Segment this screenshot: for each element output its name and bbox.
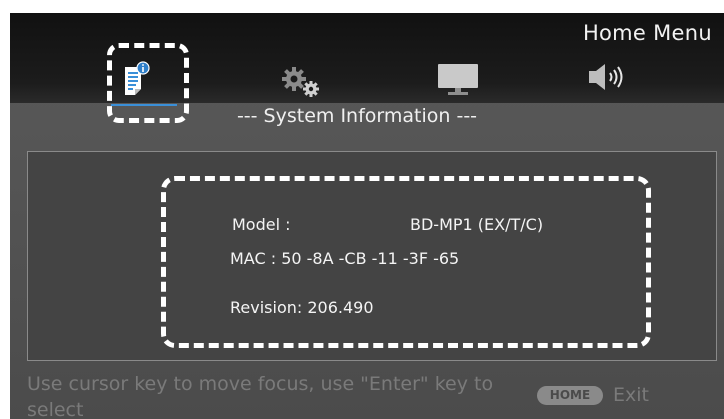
home-button-badge[interactable]: HOME xyxy=(537,386,603,405)
section-title-text: --- System Information --- xyxy=(236,105,478,127)
mac-address: MAC : 50 -8A -CB -11 -3F -65 xyxy=(230,249,460,268)
screen: Home Menu --- System Information --- Mod… xyxy=(10,13,724,419)
footer-hint: Use cursor key to move focus, use "Enter… xyxy=(27,373,494,419)
model-label: Model : xyxy=(232,215,291,234)
exit-label: Exit xyxy=(613,384,649,406)
document-info-icon xyxy=(121,61,151,97)
menu-title: Home Menu xyxy=(582,21,712,45)
speaker-icon[interactable] xyxy=(583,60,639,94)
gears-icon[interactable] xyxy=(280,65,328,99)
monitor-icon[interactable] xyxy=(435,61,483,99)
section-title: --- System Information --- xyxy=(10,105,724,127)
revision: Revision: 206.490 xyxy=(230,298,374,317)
model-value: BD-MP1 (EX/T/C) xyxy=(410,215,544,234)
